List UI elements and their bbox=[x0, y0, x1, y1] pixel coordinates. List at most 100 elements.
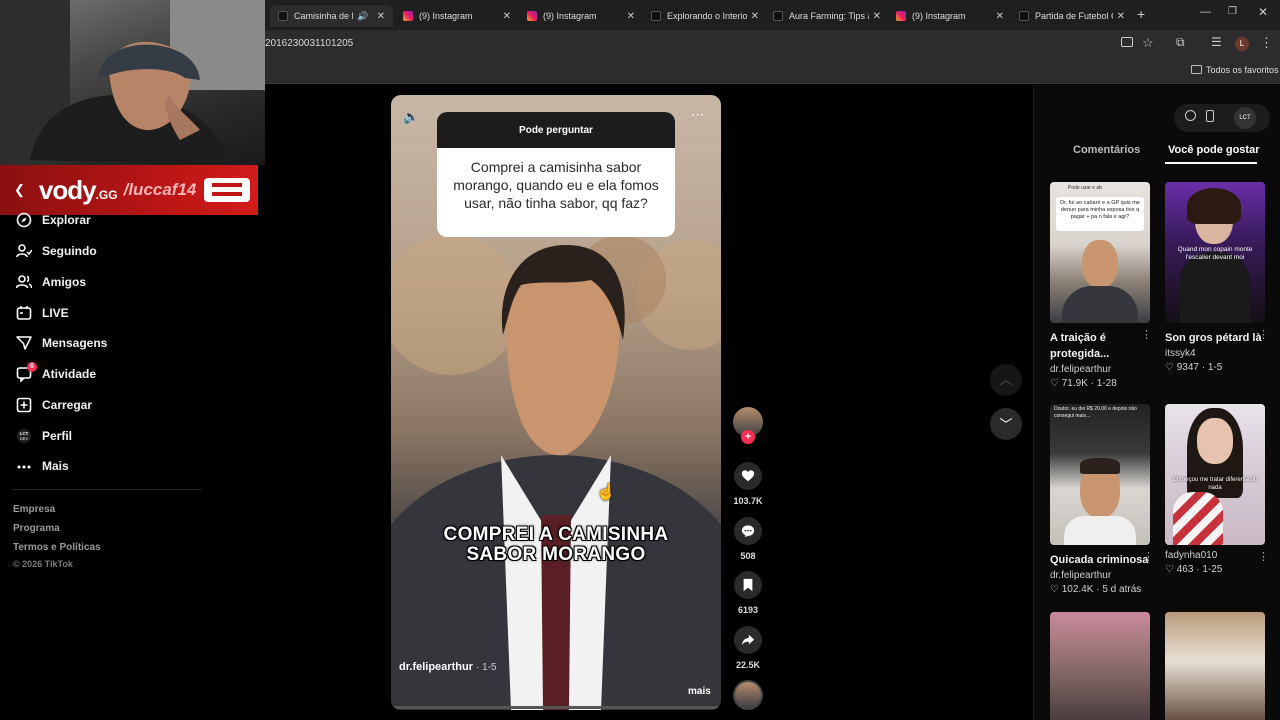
video-card[interactable]: Quand mon copain monte l'escalier devant… bbox=[1165, 182, 1269, 373]
footer-link-programa[interactable]: Programa bbox=[13, 523, 60, 534]
save-action[interactable]: 6193 bbox=[733, 571, 763, 615]
card-title[interactable]: Quicada criminosa bbox=[1050, 552, 1150, 568]
restore-button[interactable]: ❐ bbox=[1228, 6, 1237, 17]
card-stats: ♡ 102.4K · 5 d atrás bbox=[1050, 584, 1142, 595]
bookmark-icon[interactable] bbox=[734, 571, 762, 599]
more-link[interactable]: mais bbox=[688, 686, 711, 697]
tab-aura-farming[interactable]: Aura Farming: Tips an ✕ bbox=[773, 5, 881, 27]
video-more-icon[interactable]: ⋯ bbox=[691, 107, 704, 123]
video-thumbnail[interactable]: Quand mon copain monte l'escalier devant… bbox=[1165, 182, 1265, 323]
new-tab-button[interactable]: + bbox=[1137, 6, 1145, 22]
sidebar-item-perfil[interactable]: LCT DEV Perfil bbox=[16, 428, 72, 444]
card-title[interactable]: Son gros pétard là bbox=[1165, 330, 1265, 346]
friends-icon bbox=[16, 275, 32, 289]
follow-plus-icon[interactable]: + bbox=[741, 430, 755, 444]
chevron-up-icon[interactable]: ︿ bbox=[990, 364, 1022, 396]
heart-icon[interactable] bbox=[734, 462, 762, 490]
tab-instagram-2[interactable]: (9) Instagram ✕ bbox=[527, 5, 635, 27]
author-avatar-group[interactable]: + bbox=[733, 407, 763, 444]
autoscroll-icon[interactable] bbox=[1185, 110, 1196, 121]
card-date: 1-25 bbox=[1202, 564, 1223, 575]
close-tab-icon[interactable]: ✕ bbox=[1117, 11, 1125, 22]
tab-explorando[interactable]: Explorando o Interior ✕ bbox=[651, 5, 759, 27]
sidebar-item-label: Atividade bbox=[42, 367, 97, 381]
chevron-down-icon[interactable]: ﹀ bbox=[990, 408, 1022, 440]
share-icon[interactable] bbox=[734, 626, 762, 654]
sidebar-item-live[interactable]: LIVE bbox=[16, 305, 69, 321]
card-more-icon[interactable]: ⋮ bbox=[1258, 328, 1269, 341]
thumb-text: Doutor, eu dei R$ 20,00 e depois não con… bbox=[1054, 406, 1137, 419]
sidebar-item-explorar[interactable]: Explorar bbox=[16, 212, 91, 228]
footer-link-termos[interactable]: Termos e Políticas bbox=[13, 542, 101, 553]
all-bookmarks-link[interactable]: Todos os favoritos bbox=[1206, 65, 1279, 75]
cast-icon[interactable] bbox=[1121, 37, 1133, 47]
tab-label: Explorando o Interior bbox=[667, 11, 747, 21]
close-tab-icon[interactable]: ✕ bbox=[996, 11, 1004, 22]
comment-icon[interactable] bbox=[734, 517, 762, 545]
media-icon[interactable]: ☰ bbox=[1211, 35, 1222, 49]
video-thumbnail[interactable]: Começou me tratar diferente do nada bbox=[1165, 404, 1265, 545]
address-toolbar: 2016230031101205 ☆ ⧉ ☰ L ⋮ bbox=[265, 30, 1280, 58]
address-bar[interactable]: 2016230031101205 bbox=[265, 38, 353, 49]
like-action[interactable]: 103.7K bbox=[733, 462, 763, 506]
thumb-text: Começou me tratar diferente do nada bbox=[1172, 477, 1258, 491]
close-window-button[interactable]: ✕ bbox=[1258, 5, 1268, 19]
sidebar-item-mensagens[interactable]: Mensagens bbox=[16, 335, 107, 351]
sidebar-item-label: Carregar bbox=[42, 398, 93, 412]
sidebar-item-seguindo[interactable]: Seguindo bbox=[16, 243, 97, 259]
video-thumbnail-partial[interactable] bbox=[1050, 612, 1150, 720]
user-avatar[interactable]: LCT bbox=[1234, 107, 1256, 129]
video-card[interactable]: Doutor, eu dei R$ 20,00 e depois não con… bbox=[1050, 404, 1154, 595]
instagram-icon bbox=[527, 11, 537, 21]
card-user[interactable]: fadynha010 bbox=[1165, 550, 1265, 561]
card-more-icon[interactable]: ⋮ bbox=[1258, 550, 1269, 563]
close-tab-icon[interactable]: ✕ bbox=[503, 11, 511, 22]
bookmark-star-icon[interactable]: ☆ bbox=[1142, 35, 1154, 51]
profile-avatar[interactable]: L bbox=[1235, 37, 1249, 51]
kebab-menu-icon[interactable]: ⋮ bbox=[1260, 35, 1273, 51]
comment-action[interactable]: 508 bbox=[733, 517, 763, 561]
close-tab-icon[interactable]: ✕ bbox=[873, 11, 881, 22]
tab-partida-futebol[interactable]: Partida de Futebol G ✕ bbox=[1019, 5, 1125, 27]
card-more-icon[interactable]: ⋮ bbox=[1141, 328, 1152, 341]
card-title[interactable]: A traição é protegida... bbox=[1050, 330, 1150, 362]
tab-label: Aura Farming: Tips an bbox=[789, 11, 869, 21]
tab-label: Camisinha de Mo bbox=[294, 11, 353, 21]
tab-instagram-1[interactable]: (9) Instagram ✕ bbox=[403, 5, 511, 27]
back-chevron-icon[interactable]: ❮ bbox=[14, 182, 25, 198]
close-tab-icon[interactable]: ✕ bbox=[751, 11, 759, 22]
tab-instagram-3[interactable]: (9) Instagram ✕ bbox=[896, 5, 1004, 27]
video-player[interactable]: 🔈 ⋯ Pode perguntar Comprei a camisinha s… bbox=[391, 95, 721, 710]
close-tab-icon[interactable]: ✕ bbox=[627, 11, 635, 22]
minimize-button[interactable]: — bbox=[1200, 6, 1211, 18]
footer-link-empresa[interactable]: Empresa bbox=[13, 504, 55, 515]
sidebar-item-atividade[interactable]: Atividade 8 bbox=[16, 362, 97, 382]
sidebar-item-label: Seguindo bbox=[42, 244, 97, 258]
device-icon[interactable] bbox=[1206, 110, 1214, 122]
share-action[interactable]: 22.5K bbox=[733, 626, 763, 670]
close-tab-icon[interactable]: ✕ bbox=[377, 11, 385, 22]
volume-icon[interactable]: 🔈 bbox=[403, 109, 419, 125]
video-thumbnail[interactable]: Doutor, eu dei R$ 20,00 e depois não con… bbox=[1050, 404, 1150, 545]
sound-avatar[interactable] bbox=[733, 680, 763, 710]
extensions-icon[interactable]: ⧉ bbox=[1176, 35, 1185, 50]
video-thumbnail-partial[interactable] bbox=[1165, 612, 1265, 720]
sidebar-item-label: Mensagens bbox=[42, 336, 108, 350]
card-user[interactable]: dr.felipearthur bbox=[1050, 364, 1150, 375]
tab-voce-pode-gostar[interactable]: Você pode gostar bbox=[1168, 144, 1259, 156]
tab-camisinha[interactable]: Camisinha de Mo 🔊 ✕ bbox=[270, 5, 393, 27]
progress-bar[interactable] bbox=[391, 706, 721, 709]
video-thumbnail[interactable]: Pode usar e ab Dr, fui ao cabaré e a GP … bbox=[1050, 182, 1150, 323]
video-caption-line-2: SABOR MORANGO bbox=[466, 544, 646, 565]
sidebar-item-carregar[interactable]: Carregar bbox=[16, 397, 92, 413]
author-link[interactable]: dr.felipearthur bbox=[399, 661, 473, 673]
video-card[interactable]: Começou me tratar diferente do nada ⋮ fa… bbox=[1165, 404, 1269, 575]
sidebar-item-amigos[interactable]: Amigos bbox=[16, 274, 86, 290]
video-card[interactable]: Pode usar e ab Dr, fui ao cabaré e a GP … bbox=[1050, 182, 1152, 389]
tab-comentarios[interactable]: Comentários bbox=[1073, 144, 1140, 156]
card-more-icon[interactable]: ⋮ bbox=[1143, 550, 1154, 563]
sidebar-item-mais[interactable]: Mais bbox=[16, 458, 69, 474]
card-user[interactable]: itssyk4 bbox=[1165, 348, 1265, 359]
thumb-text: Quand mon copain monte l'escalier devant… bbox=[1177, 246, 1253, 261]
card-user[interactable]: dr.felipearthur bbox=[1050, 570, 1150, 581]
